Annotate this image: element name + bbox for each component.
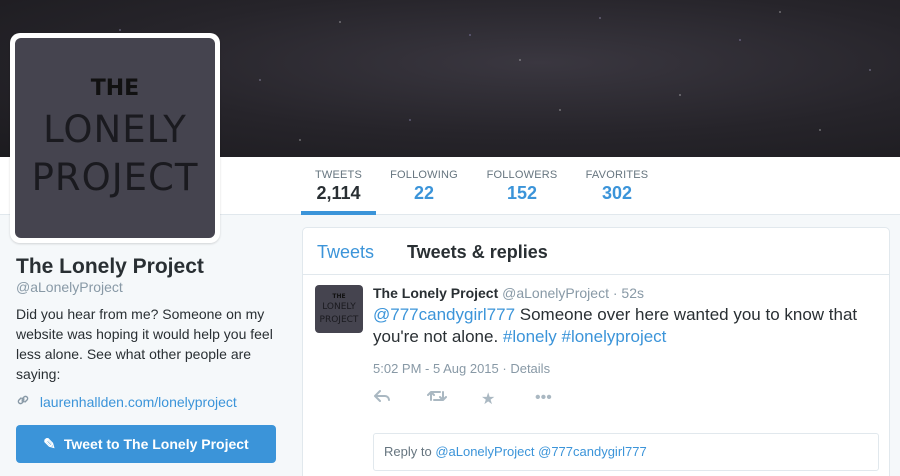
tweet-separator: · [608,285,622,301]
avatar-text-lonely: LONELY [43,108,187,151]
reply-input[interactable]: Reply to @aLonelyProject @777candygirl77… [373,433,879,471]
star-icon[interactable]: ★ [481,389,535,409]
tweet-author-name[interactable]: The Lonely Project [373,285,498,301]
profile-handle[interactable]: @aLonelyProject [16,279,123,295]
stat-tweets[interactable]: TWEETS 2,114 [301,157,376,215]
more-dots-icon[interactable]: ••• [535,389,589,409]
profile-bio: Did you hear from me? Someone on my webs… [16,306,273,382]
tweet-hashtag-lonely[interactable]: #lonely [503,327,557,346]
tweet-timestamp[interactable]: 5:02 PM - 5 Aug 2015 [373,361,499,376]
stat-favorites[interactable]: FAVORITES 302 [583,157,651,215]
tab-tweets[interactable]: Tweets [317,242,374,263]
stat-label: FOLLOWERS [486,169,558,181]
tweet-author-handle[interactable]: @aLonelyProject [502,285,609,301]
profile-website-link[interactable]: laurenhallden.com/lonelyproject [40,394,237,410]
tweet-mention[interactable]: @777candygirl777 [373,305,515,324]
stat-label: FAVORITES [585,169,649,181]
tweet-details-link[interactable]: Details [510,361,550,376]
reply-icon[interactable] [373,389,427,409]
tweet-to-button[interactable]: ✎ Tweet to The Lonely Project [16,425,276,463]
tweet-avatar-text-lonely: LONELY [322,302,356,312]
stat-value: 22 [413,183,435,203]
retweet-icon-svg [427,391,447,401]
timeline: Tweets Tweets & replies THE LONELY PROJE… [302,227,890,476]
stat-value: 2,114 [316,183,361,203]
profile-avatar[interactable]: THE LONELY PROJECT [10,33,220,243]
retweet-icon[interactable] [427,389,481,409]
stat-value: 302 [601,183,633,203]
tweet-age[interactable]: 52s [621,285,644,301]
tweet-header: The Lonely Project @aLonelyProject · 52s [373,285,644,301]
tweet-to-label: Tweet to The Lonely Project [63,436,249,452]
stat-followers[interactable]: FOLLOWERS 152 [484,157,560,215]
tweet-avatar[interactable]: THE LONELY PROJECT [315,285,363,333]
reply-mentions: @aLonelyProject @777candygirl777 [435,444,647,459]
timeline-tabs: Tweets Tweets & replies [303,228,889,275]
avatar-image: THE LONELY PROJECT [15,38,215,238]
tweet-avatar-text-project: PROJECT [319,315,359,325]
compose-quill-icon: ✎ [43,436,56,453]
reply-prefix: Reply to [384,444,436,459]
stat-label: FOLLOWING [390,169,458,181]
link-icon-svg [17,395,29,405]
tweet-avatar-text-the: THE [332,293,346,300]
stat-value: 152 [506,183,538,203]
profile-name[interactable]: The Lonely Project [16,255,204,279]
avatar-text-project: PROJECT [31,156,199,199]
tweet-text: @777candygirl777 Someone over here wante… [373,304,883,348]
tweet-actions: ★ ••• [373,389,589,409]
tweet-hashtag-lonelyproject[interactable]: #lonelyproject [562,327,667,346]
link-icon [16,393,32,410]
avatar-text-the: THE [90,76,140,101]
stat-following[interactable]: FOLLOWING 22 [388,157,460,215]
tweet-meta: 5:02 PM - 5 Aug 2015 · Details [373,361,550,376]
tweet-meta-separator: · [498,361,511,376]
tab-tweets-and-replies[interactable]: Tweets & replies [407,242,548,263]
profile-link-row: laurenhallden.com/lonelyproject [16,393,237,410]
stat-label: TWEETS [314,169,363,181]
reply-icon-svg [374,390,390,402]
